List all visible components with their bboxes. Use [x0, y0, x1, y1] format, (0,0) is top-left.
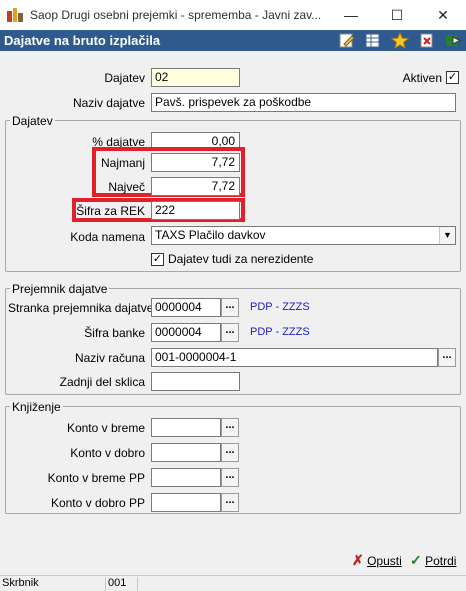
- app-icon: [7, 8, 23, 22]
- naziv-dajatve-label: Naziv dajatve: [72, 96, 145, 110]
- sifra-banke-label: Šifra banke: [84, 326, 145, 340]
- table-settings-icon[interactable]: [364, 32, 382, 49]
- konto-breme-lookup-button[interactable]: ...: [221, 418, 239, 437]
- stranka-input[interactable]: 0000004: [151, 298, 221, 317]
- naziv-racuna-lookup-button[interactable]: ...: [438, 348, 456, 367]
- najvec-label: Največ: [108, 180, 145, 194]
- koda-namena-value: TAXS Plačilo davkov: [155, 228, 266, 242]
- konto-breme-input[interactable]: [151, 418, 221, 437]
- aktiven-checkbox[interactable]: ✓: [446, 71, 459, 84]
- konto-dobro-pp-lookup-button[interactable]: ...: [221, 493, 239, 512]
- form-header: Dajatve na bruto izplačila: [0, 30, 466, 51]
- konto-breme-pp-input[interactable]: [151, 468, 221, 487]
- sifra-rek-input[interactable]: 222: [151, 201, 240, 220]
- dajatev-group-title: Dajatev: [10, 114, 55, 128]
- konto-dobro-pp-label: Konto v dobro PP: [50, 496, 145, 510]
- dajatev-label: Dajatev: [104, 71, 145, 85]
- konto-dobro-lookup-button[interactable]: ...: [221, 443, 239, 462]
- window-titlebar: Saop Drugi osebni prejemki - sprememba -…: [0, 0, 466, 30]
- sklic-label: Zadnji del sklica: [59, 375, 145, 389]
- confirm-icon: ✓: [410, 552, 422, 568]
- close-button[interactable]: ✕: [420, 0, 466, 30]
- form-title: Dajatve na bruto izplačila: [4, 33, 161, 48]
- stranka-lookup-button[interactable]: ...: [221, 298, 239, 317]
- export-icon[interactable]: [444, 32, 462, 49]
- cancel-button[interactable]: ✗ Opusti: [352, 552, 402, 569]
- nerezidenti-checkbox[interactable]: ✓: [151, 253, 164, 266]
- delete-icon[interactable]: [418, 32, 436, 49]
- status-bar: Skrbnik 001: [0, 575, 466, 591]
- konto-breme-label: Konto v breme: [66, 421, 145, 435]
- koda-namena-label: Koda namena: [70, 230, 145, 244]
- edit-icon[interactable]: [338, 32, 356, 49]
- koda-namena-select[interactable]: TAXS Plačilo davkov ▼: [151, 226, 456, 245]
- naziv-racuna-input[interactable]: 001-0000004-1: [151, 348, 438, 367]
- konto-dobro-input[interactable]: [151, 443, 221, 462]
- prejemnik-group-title: Prejemnik dajatve: [10, 282, 110, 296]
- aktiven-label: Aktiven: [402, 71, 442, 85]
- sifra-banke-input[interactable]: 0000004: [151, 323, 221, 342]
- konto-dobro-label: Konto v dobro: [70, 446, 145, 460]
- knjizenje-group-title: Knjiženje: [10, 400, 63, 414]
- najvec-input[interactable]: 7,72: [151, 177, 240, 196]
- konto-breme-pp-label: Konto v breme PP: [47, 471, 145, 485]
- sklic-input[interactable]: [151, 372, 240, 391]
- dajatev-input[interactable]: 02: [151, 68, 240, 87]
- konto-breme-pp-lookup-button[interactable]: ...: [221, 468, 239, 487]
- stranka-link[interactable]: PDP - ZZZS: [250, 301, 310, 313]
- sifra-banke-lookup-button[interactable]: ...: [221, 323, 239, 342]
- najmanj-input[interactable]: 7,72: [151, 153, 240, 172]
- confirm-button[interactable]: ✓ Potrdi: [410, 552, 456, 569]
- sifra-banke-link[interactable]: PDP - ZZZS: [250, 326, 310, 338]
- konto-dobro-pp-input[interactable]: [151, 493, 221, 512]
- window-title: Saop Drugi osebni prejemki - sprememba -…: [30, 8, 322, 22]
- naziv-racuna-label: Naziv računa: [74, 351, 145, 365]
- nerezidenti-label: Dajatev tudi za nerezidente: [168, 252, 314, 266]
- maximize-button[interactable]: ☐: [374, 0, 420, 30]
- status-user: Skrbnik: [0, 577, 106, 591]
- cancel-label: Opusti: [367, 554, 402, 568]
- star-icon[interactable]: [391, 32, 409, 49]
- status-code: 001: [106, 577, 138, 591]
- confirm-label: Potrdi: [425, 554, 457, 568]
- chevron-down-icon[interactable]: ▼: [439, 227, 455, 244]
- naziv-dajatve-input[interactable]: Pavš. prispevek za poškodbe: [151, 93, 456, 112]
- cancel-icon: ✗: [352, 552, 364, 568]
- sifra-rek-label: Šifra za REK: [76, 204, 145, 218]
- najmanj-label: Najmanj: [100, 156, 145, 170]
- stranka-label: Stranka prejemnika dajatve: [8, 301, 154, 315]
- minimize-button[interactable]: —: [328, 0, 374, 30]
